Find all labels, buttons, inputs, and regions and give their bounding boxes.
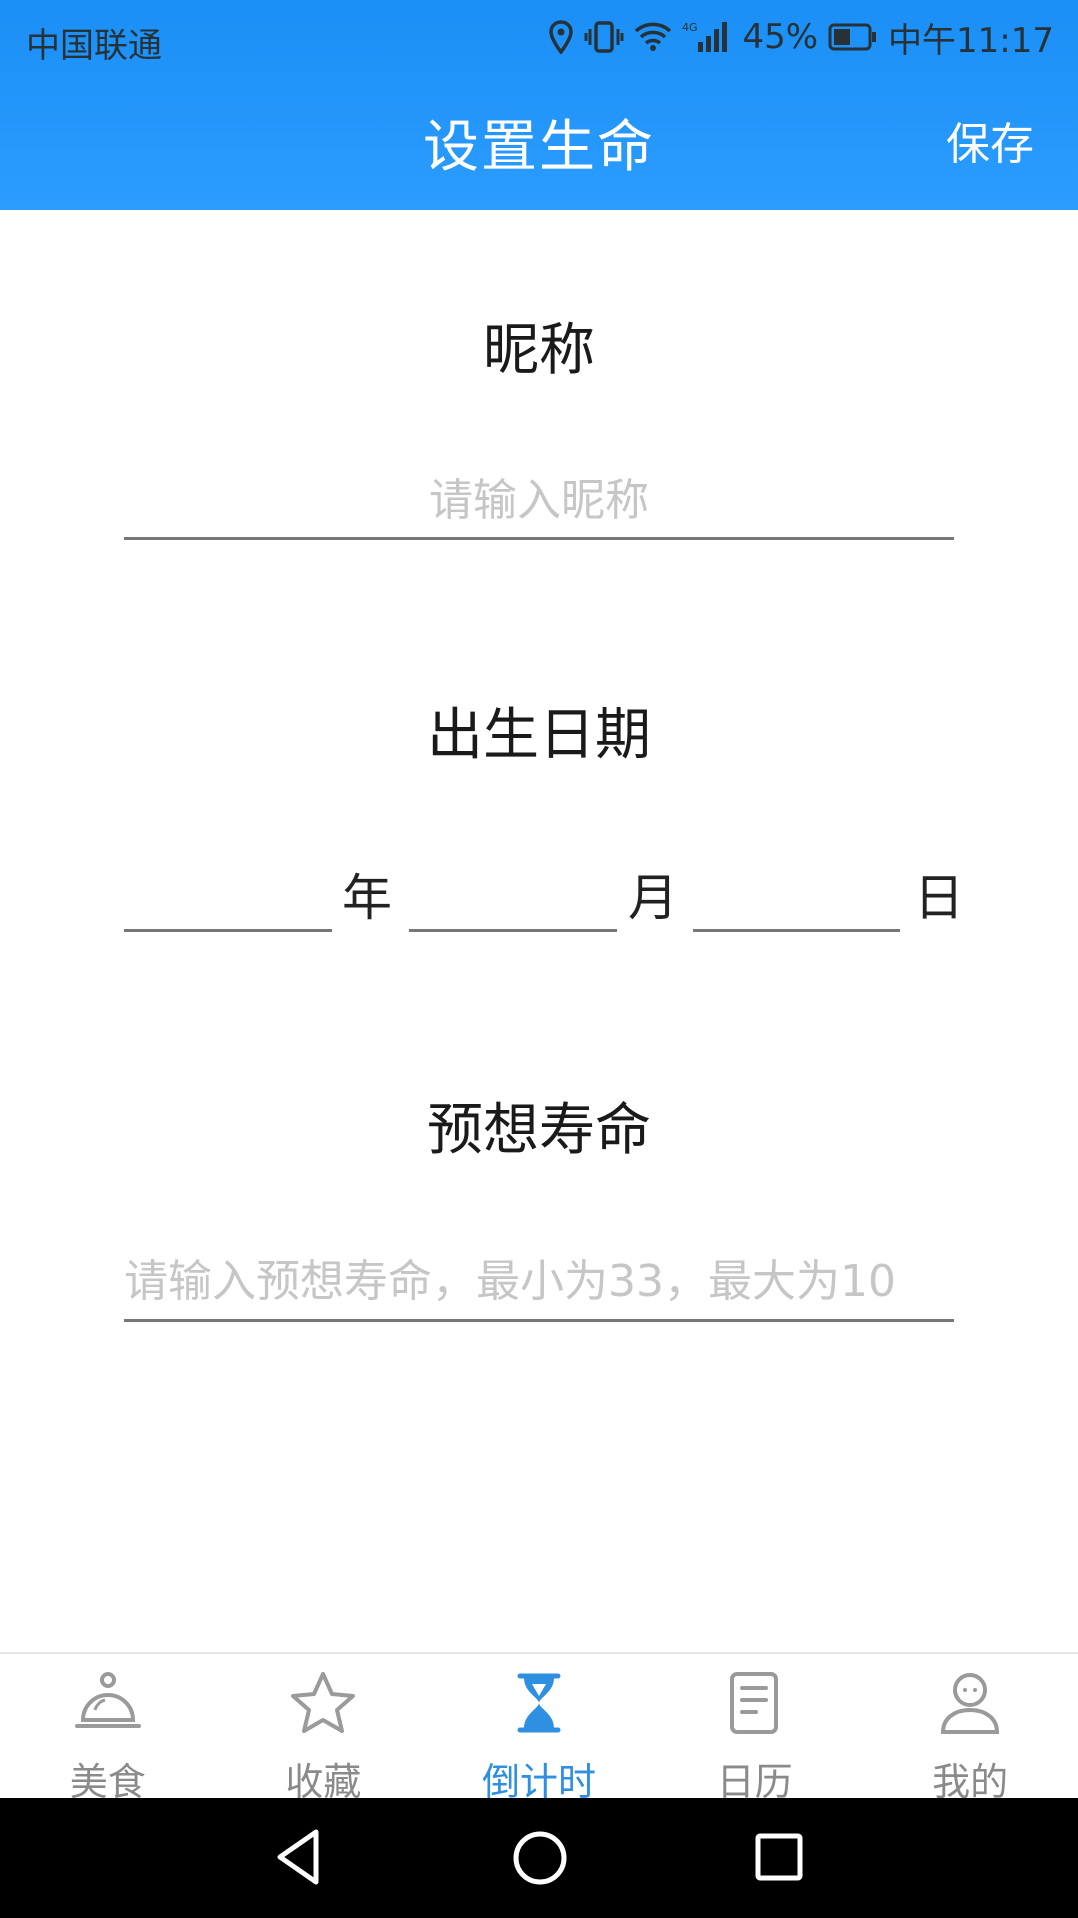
vibrate-icon (584, 20, 624, 54)
year-unit-label: 年 (342, 869, 392, 927)
system-nav-bar (0, 1798, 1078, 1918)
nav-item-mine[interactable]: 我的 (862, 1654, 1078, 1804)
nav-item-food[interactable]: 美食 (0, 1654, 216, 1804)
hourglass-icon (504, 1670, 574, 1745)
recents-icon[interactable] (754, 1832, 804, 1886)
carrier-name: 中国联通 (26, 26, 162, 66)
status-time: 中午11:17 (888, 20, 1054, 61)
wifi-icon (634, 21, 672, 53)
svg-text:4G: 4G (682, 21, 698, 34)
month-unit-label: 月 (628, 869, 678, 927)
nav-item-countdown[interactable]: 倒计时 (431, 1654, 647, 1804)
nickname-input[interactable] (124, 470, 954, 540)
top-bar: 中国联通 4G 45% 中午11:17 设置生命 保存 (0, 0, 1078, 210)
birthdate-label: 出生日期 (427, 703, 651, 768)
nav-item-calendar[interactable]: 日历 (647, 1654, 863, 1804)
back-icon[interactable] (274, 1828, 324, 1890)
battery-percent: 45% (742, 17, 819, 57)
save-button[interactable]: 保存 (946, 108, 1034, 172)
lifespan-label: 预想寿命 (427, 1098, 651, 1163)
birth-month-input[interactable] (409, 860, 617, 932)
lifespan-input[interactable] (124, 1250, 954, 1322)
day-unit-label: 日 (914, 869, 964, 927)
status-icons: 4G 45% 中午11:17 (548, 14, 1054, 61)
dish-cover-icon (73, 1670, 143, 1745)
document-icon (720, 1670, 790, 1745)
battery-icon (828, 22, 878, 52)
nickname-label: 昵称 (483, 318, 595, 383)
birth-day-input[interactable] (693, 860, 900, 932)
bottom-nav: 美食 收藏 倒计时 日历 我的 (0, 1652, 1078, 1804)
home-icon[interactable] (512, 1830, 568, 1890)
star-icon (288, 1670, 358, 1745)
birth-year-input[interactable] (124, 860, 332, 932)
signal-icon: 4G (682, 20, 732, 54)
status-bar: 中国联通 4G 45% 中午11:17 (0, 0, 1078, 75)
app-root: 中国联通 4G 45% 中午11:17 设置生命 保存 昵称 请输入昵称 出生日… (0, 0, 1078, 1918)
nav-item-favorites[interactable]: 收藏 (216, 1654, 432, 1804)
page-title: 设置生命 (423, 115, 655, 180)
location-icon (548, 20, 574, 54)
person-icon (935, 1670, 1005, 1745)
